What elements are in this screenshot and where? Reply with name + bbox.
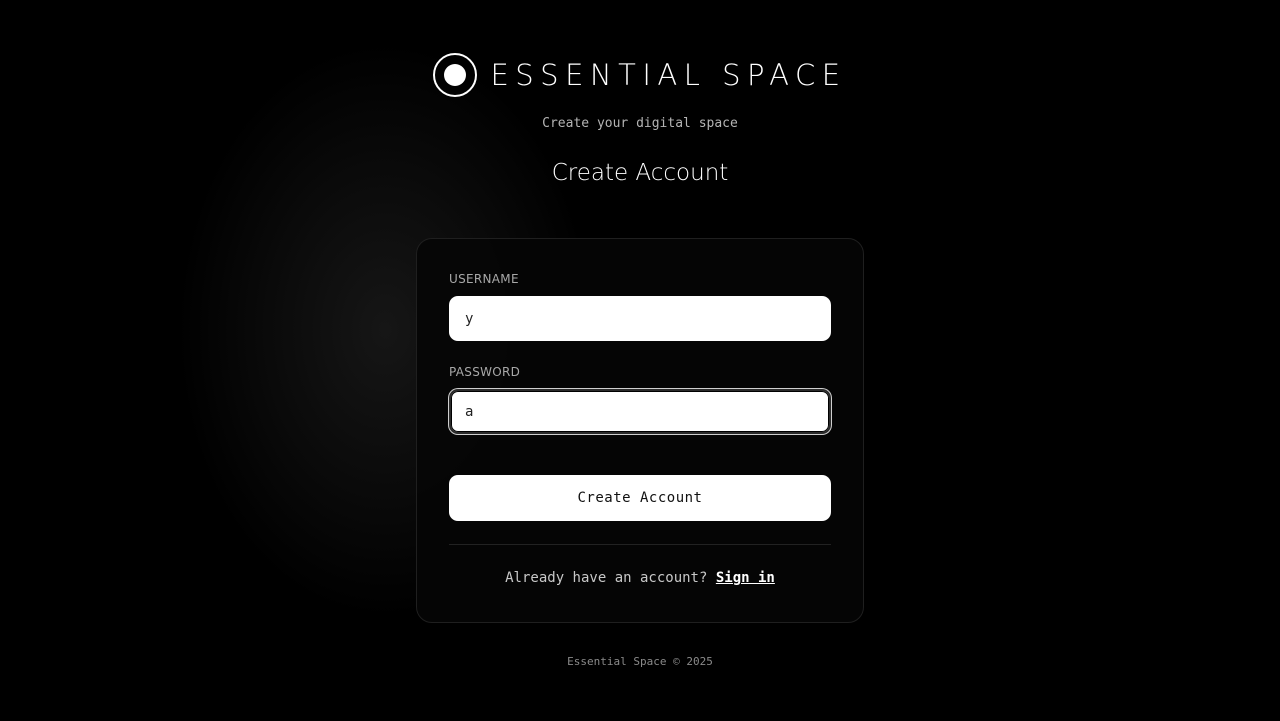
username-label: USERNAME — [449, 272, 519, 286]
brand-logo: ESSENTIAL SPACE — [0, 50, 1280, 100]
circle-dot-icon — [433, 53, 478, 97]
password-label: PASSWORD — [449, 365, 521, 379]
signin-row: Already have an account? Sign in — [417, 570, 863, 586]
signin-link[interactable]: Sign in — [716, 570, 775, 586]
create-account-button[interactable]: Create Account — [449, 475, 831, 521]
divider — [449, 544, 831, 545]
brand-tagline: Create your digital space — [542, 116, 738, 131]
username-input[interactable] — [449, 296, 831, 341]
brand-name: ESSENTIAL SPACE — [490, 57, 847, 92]
footer-copyright: Essential Space © 2025 — [567, 655, 713, 668]
signup-card: USERNAME PASSWORD Create Account Already… — [416, 238, 864, 623]
password-input[interactable] — [449, 389, 831, 434]
page-title: Create Account — [551, 160, 729, 186]
logo-dot — [444, 64, 467, 86]
signin-prompt: Already have an account? — [505, 570, 708, 586]
